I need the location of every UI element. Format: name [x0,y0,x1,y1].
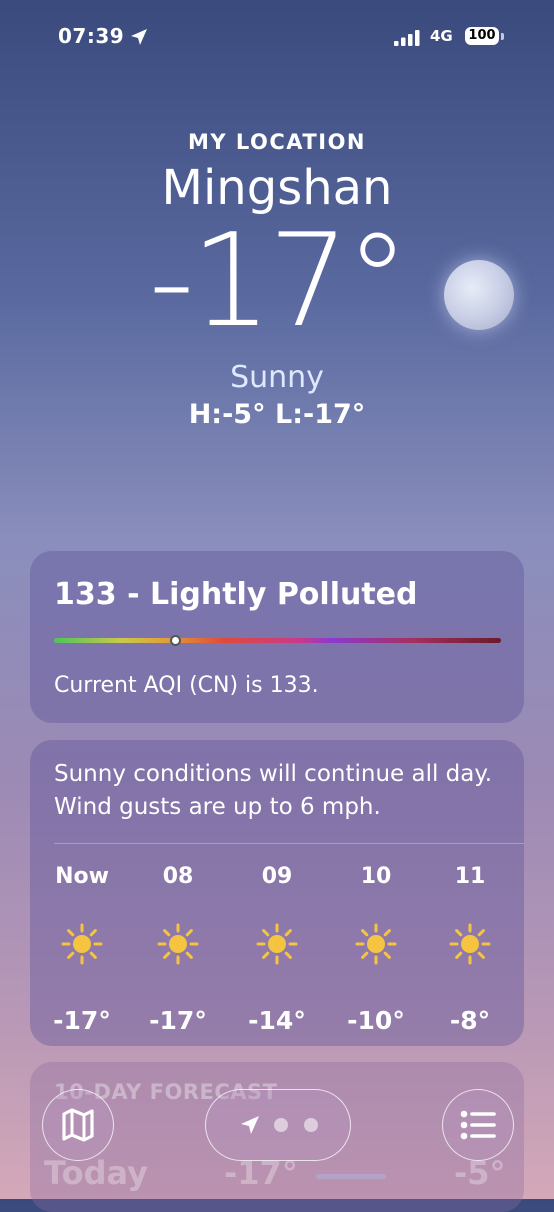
hourly-item: 11 -8° [440,864,500,1035]
sun-icon [354,922,398,966]
high-low-text: H:-5° L:-17° [188,399,366,430]
hour-temperature: -17° [53,1006,111,1035]
location-pager[interactable] [205,1089,351,1161]
moon-icon [444,260,514,330]
sun-icon [60,922,104,966]
hour-label: Now [55,864,109,889]
aqi-description: Current AQI (CN) is 133. [54,673,319,698]
hour-temperature: -17° [149,1006,207,1035]
hour-label: 09 [261,864,293,889]
hour-temperature: -10° [347,1006,405,1035]
status-bar: 07:39 4G 100 [0,22,554,54]
battery-nub [501,33,504,40]
hour-temperature: -14° [248,1006,306,1035]
air-quality-card[interactable]: 133 - Lightly Polluted Current AQI (CN) … [30,551,524,723]
hourly-item: Now -17° [52,864,112,1035]
map-icon [62,1108,94,1142]
sun-icon [448,922,492,966]
hourly-forecast-card[interactable]: Sunny conditions will continue all day. … [30,740,524,1046]
hourly-item: 10 -10° [346,864,406,1035]
map-button[interactable] [42,1089,114,1161]
location-arrow-icon [131,29,147,45]
hourly-item: 08 -17° [148,864,208,1035]
page-dot[interactable] [304,1118,318,1132]
sun-icon [156,922,200,966]
hour-label: 08 [162,864,194,889]
hour-temperature: -8° [449,1006,491,1035]
hour-label: 11 [454,864,486,889]
current-location-page-icon [241,1116,259,1134]
page-dot[interactable] [274,1118,288,1132]
list-icon [460,1110,496,1140]
network-type: 4G [430,27,453,45]
sun-icon [255,922,299,966]
hourly-summary: Sunny conditions will continue all day. … [54,761,493,820]
aqi-scale-bar [54,638,501,643]
battery-icon: 100 [465,27,499,45]
condition-text: Sunny [230,360,324,395]
forecast-range-bar [316,1174,386,1179]
divider [54,843,524,844]
aqi-indicator-dot [169,635,181,646]
hour-label: 10 [360,864,392,889]
cellular-signal-icon [394,30,420,46]
hourly-item: 09 -14° [247,864,307,1035]
status-time: 07:39 [58,24,125,48]
aqi-title: 133 - Lightly Polluted [54,577,418,612]
locations-list-button[interactable] [442,1089,514,1161]
my-location-label: MY LOCATION [188,130,366,154]
